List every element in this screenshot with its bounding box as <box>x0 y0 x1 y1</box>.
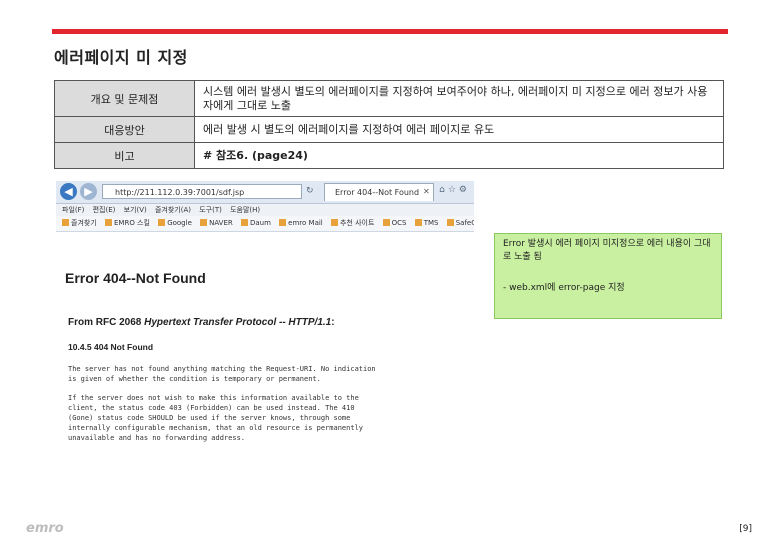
menu-item-help[interactable]: 도움말(H) <box>230 206 260 214</box>
rfc-reference: From RFC 2068 Hypertext Transfer Protoco… <box>68 317 335 328</box>
row-content: 시스템 에러 발생시 별도의 에러페이지를 지정하여 보여주어야 하나, 에러페… <box>194 80 724 117</box>
page-title: 에러페이지 미 지정 <box>54 48 188 67</box>
table-row: 개요 및 문제점 시스템 에러 발생시 별도의 에러페이지를 지정하여 보여주어… <box>54 80 724 117</box>
site-icon <box>330 219 338 226</box>
error-heading: Error 404--Not Found <box>65 270 206 286</box>
emro-logo: emro <box>26 521 64 536</box>
table-row: 비고 # 참조6. (page24) <box>54 142 724 169</box>
table-row: 대응방안 에러 발생 시 별도의 에러페이지를 지정하여 에러 페이지로 유도 <box>54 116 724 143</box>
menu-item-favorites[interactable]: 즐겨찾기(A) <box>155 206 191 214</box>
row-content: # 참조6. (page24) <box>194 142 724 169</box>
menu-item-view[interactable]: 보기(V) <box>124 206 147 214</box>
favorite-link[interactable]: Daum <box>241 216 271 231</box>
row-content: 에러 발생 시 별도의 에러페이지를 지정하여 에러 페이지로 유도 <box>194 116 724 143</box>
forward-arrow-icon[interactable]: ▶ <box>80 183 97 200</box>
browser-screenshot: ◀ ▶ http://211.112.0.39:7001/sdf.jsp ↻ E… <box>56 181 474 461</box>
favorite-link[interactable]: 즐겨찾기 <box>62 216 97 231</box>
favorites-bar: 즐겨찾기 EMRO 스킬 Google NAVER Daum emro Mail… <box>56 216 474 232</box>
menu-item-tools[interactable]: 도구(T) <box>199 206 222 214</box>
site-icon <box>414 219 422 226</box>
site-icon <box>382 219 390 226</box>
note-text: - web.xml에 error-page 지정 <box>503 283 625 293</box>
site-icon <box>200 219 208 226</box>
browser-tab[interactable]: Error 404--Not Found <box>324 183 434 201</box>
site-icon <box>105 219 112 226</box>
favorite-link[interactable]: NAVER <box>200 216 233 231</box>
favorite-link[interactable]: SafeGuard <box>446 216 474 231</box>
info-table: 개요 및 문제점 시스템 에러 발생시 별도의 에러페이지를 지정하여 보여주어… <box>54 80 724 169</box>
favorite-link[interactable]: OCS <box>382 216 407 231</box>
error-paragraph: If the server does not wish to make this… <box>68 394 364 442</box>
refresh-icon[interactable]: ↻ <box>306 186 314 196</box>
site-icon <box>158 219 166 226</box>
favorite-link[interactable]: TMS <box>414 216 439 231</box>
row-header: 대응방안 <box>54 116 195 143</box>
browser-menubar: 파일(F) 편집(E) 보기(V) 즐겨찾기(A) 도구(T) 도움말(H) <box>56 204 474 216</box>
browser-navbar: ◀ ▶ http://211.112.0.39:7001/sdf.jsp ↻ E… <box>56 181 474 204</box>
window-controls-icon[interactable]: ⌂☆⚙ <box>439 185 470 195</box>
annotation-note: Error 발생시 에러 페이지 미지정으로 에러 내용이 그대로 노출 됨 -… <box>494 233 722 319</box>
favorite-link[interactable]: 추천 사이트 <box>330 216 374 231</box>
address-bar[interactable]: http://211.112.0.39:7001/sdf.jsp <box>102 184 302 199</box>
menu-item-edit[interactable]: 편집(E) <box>93 206 116 214</box>
star-icon <box>62 219 69 226</box>
back-arrow-icon[interactable]: ◀ <box>60 183 77 200</box>
top-accent-bar <box>52 29 728 34</box>
row-header: 비고 <box>54 142 195 169</box>
site-icon <box>241 219 248 226</box>
status-code-heading: 10.4.5 404 Not Found <box>68 342 154 352</box>
row-header: 개요 및 문제점 <box>54 80 195 117</box>
menu-item-file[interactable]: 파일(F) <box>62 206 84 214</box>
site-icon <box>446 219 454 226</box>
favorite-link[interactable]: EMRO 스킬 <box>105 216 150 231</box>
note-text: Error 발생시 에러 페이지 미지정으로 에러 내용이 그대로 노출 됨 <box>503 239 711 262</box>
favorite-link[interactable]: Google <box>158 216 192 231</box>
error-paragraph: The server has not found anything matchi… <box>68 365 376 383</box>
page-number: [9] <box>739 524 752 534</box>
close-icon[interactable]: ✕ <box>423 187 430 196</box>
favorite-link[interactable]: emro Mail <box>279 216 323 231</box>
site-icon <box>279 219 287 226</box>
